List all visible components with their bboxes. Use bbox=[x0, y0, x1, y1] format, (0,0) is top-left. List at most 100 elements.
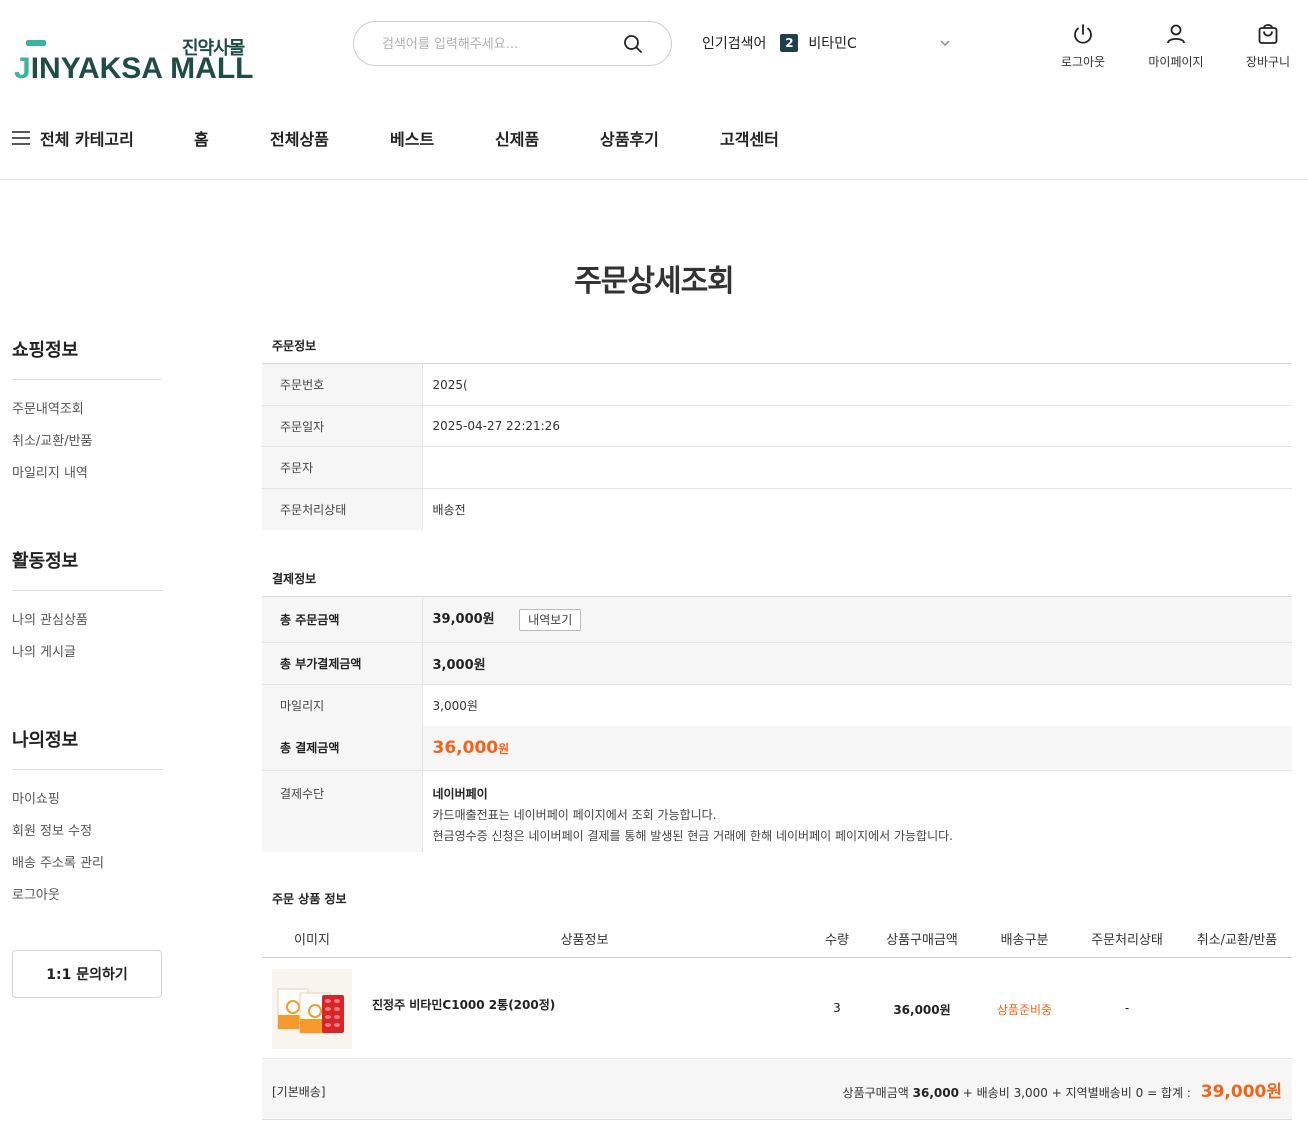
payment-row: 총 주문금액 39,000원 내역보기 bbox=[262, 596, 1292, 643]
shopping-bag-icon bbox=[1258, 24, 1278, 44]
col-price: 상품구매금액 bbox=[886, 933, 958, 948]
ship-type-label: [기본배송] bbox=[272, 1085, 326, 1099]
table-row: 진정주 비타민C1000 2통(200정) 3 36,000원 상품준비중 - bbox=[262, 959, 1292, 1059]
order-number-label: 주문번호 bbox=[262, 363, 423, 406]
product-status: 상품준비중 bbox=[996, 1003, 1053, 1017]
order-info-row: 주문자 bbox=[262, 446, 1292, 489]
order-info-row: 주문일자 2025-04-27 22:21:26 bbox=[262, 405, 1292, 447]
sum-amount: 36,000 bbox=[912, 1086, 959, 1100]
site-logo[interactable]: 진약사몰 JINYAKSA MALL bbox=[14, 34, 266, 90]
product-cancel: - bbox=[1124, 1001, 1130, 1015]
sidebar-item-order-history[interactable]: 주문내역조회 bbox=[12, 394, 162, 426]
pay-method-name: 네이버페이 bbox=[432, 787, 488, 801]
nav-all-category[interactable]: 전체 카테고리 bbox=[40, 126, 134, 150]
order-info-table: 주문번호 2025( 주문일자 2025-04-27 22:21:26 주문자 … bbox=[262, 363, 1292, 530]
logout-label: 로그아웃 bbox=[1060, 55, 1106, 69]
nav-home[interactable]: 홈 bbox=[194, 126, 209, 150]
logo-english-text: JINYAKSA MALL bbox=[14, 52, 254, 85]
total-order-label: 총 주문금액 bbox=[262, 596, 423, 643]
power-icon bbox=[1074, 24, 1092, 44]
order-info-title: 주문정보 bbox=[272, 339, 317, 353]
popular-keywords-label: 인기검색어 bbox=[702, 36, 767, 52]
inquiry-button[interactable]: 1:1 문의하기 bbox=[12, 950, 162, 998]
detail-view-button[interactable]: 내역보기 bbox=[519, 608, 582, 631]
mileage-value: 3,000원 bbox=[432, 698, 478, 713]
sidebar-item-mileage[interactable]: 마일리지 내역 bbox=[12, 458, 162, 490]
orderer-value bbox=[422, 447, 1292, 489]
logo-accent-bar bbox=[26, 40, 46, 46]
product-thumbnail[interactable] bbox=[272, 969, 352, 1049]
nav-customer-center[interactable]: 고객센터 bbox=[720, 126, 779, 150]
sidebar-item-logout[interactable]: 로그아웃 bbox=[12, 880, 162, 912]
payment-row: 결제수단 네이버페이 카드매출전표는 네이버페이 페이지에서 조회 가능합니다.… bbox=[262, 770, 1292, 852]
nav-reviews[interactable]: 상품후기 bbox=[600, 126, 659, 150]
order-date-value: 2025-04-27 22:21:26 bbox=[432, 419, 560, 433]
sidebar-item-edit-profile[interactable]: 회원 정보 수정 bbox=[12, 816, 162, 848]
nav-new[interactable]: 신제품 bbox=[495, 126, 539, 150]
order-info-row: 주문번호 2025( bbox=[262, 363, 1292, 406]
payment-info-table: 총 주문금액 39,000원 내역보기 총 부가결제금액 3,000원 마일리지… bbox=[262, 596, 1292, 852]
search-box bbox=[353, 21, 672, 66]
payment-row: 총 부가결제금액 3,000원 bbox=[262, 642, 1292, 685]
sidebar-item-cancel-exchange[interactable]: 취소/교환/반품 bbox=[12, 426, 162, 458]
total-pay-cell: 36,000원 bbox=[422, 725, 1292, 771]
search-icon[interactable] bbox=[622, 33, 644, 55]
sidebar-item-my-posts[interactable]: 나의 게시글 bbox=[12, 637, 162, 669]
payment-info-title: 결제정보 bbox=[272, 572, 317, 586]
total-pay-label: 총 결제금액 bbox=[262, 725, 423, 771]
mypage-button[interactable]: 마이페이지 bbox=[1131, 22, 1221, 70]
products-table-header: 이미지 상품정보 수량 상품구매금액 배송구분 주문처리상태 취소/교환/반품 bbox=[262, 918, 1292, 958]
product-price: 36,000원 bbox=[893, 1003, 951, 1017]
sidebar-title-shopping: 쇼핑정보 bbox=[12, 336, 162, 380]
sidebar-title-activity: 활동정보 bbox=[12, 547, 162, 591]
sidebar-myinfo: 나의정보 마이쇼핑 회원 정보 수정 배송 주소록 관리 로그아웃 bbox=[12, 726, 162, 912]
popular-rank-badge: 2 bbox=[780, 34, 799, 52]
payment-row: 마일리지 3,000원 bbox=[262, 684, 1292, 726]
cart-label: 장바구니 bbox=[1245, 55, 1291, 69]
sum-middle: + 배송비 3,000 + 지역별배송비 0 = 합계 : bbox=[962, 1086, 1191, 1100]
main-nav: 전체 카테고리 홈 전체상품 베스트 신제품 상품후기 고객센터 bbox=[0, 126, 1308, 150]
products-summary: [기본배송] 상품구매금액 36,000 + 배송비 3,000 + 지역별배송… bbox=[262, 1060, 1292, 1120]
sum-prefix: 상품구매금액 bbox=[842, 1086, 909, 1100]
nav-best[interactable]: 베스트 bbox=[390, 126, 434, 150]
sidebar-title-myinfo: 나의정보 bbox=[12, 726, 162, 770]
col-ship-type: 배송구분 bbox=[1000, 933, 1049, 948]
order-status-label: 주문처리상태 bbox=[262, 488, 423, 530]
payment-row: 총 결제금액 36,000원 bbox=[262, 725, 1292, 771]
search-input[interactable] bbox=[382, 34, 622, 54]
sidebar-shopping: 쇼핑정보 주문내역조회 취소/교환/반품 마일리지 내역 bbox=[12, 336, 162, 490]
orderer-label: 주문자 bbox=[262, 446, 423, 489]
sidebar-item-wishlist[interactable]: 나의 관심상품 bbox=[12, 605, 162, 637]
col-product-info: 상품정보 bbox=[560, 933, 609, 948]
mypage-label: 마이페이지 bbox=[1148, 55, 1204, 69]
logout-button[interactable]: 로그아웃 bbox=[1038, 22, 1128, 70]
cart-button[interactable]: 장바구니 bbox=[1223, 22, 1308, 70]
site-header: 진약사몰 JINYAKSA MALL 인기검색어 2 비타민C 로그아웃 마이페… bbox=[0, 0, 1308, 180]
products-title: 주문 상품 정보 bbox=[272, 892, 347, 906]
col-cancel: 취소/교환/반품 bbox=[1196, 933, 1278, 948]
col-image: 이미지 bbox=[294, 933, 330, 948]
pay-method-cell: 네이버페이 카드매출전표는 네이버페이 페이지에서 조회 가능합니다. 현금영수… bbox=[422, 771, 1292, 852]
menu-icon[interactable] bbox=[12, 131, 30, 145]
page-title: 주문상세조회 bbox=[574, 264, 735, 299]
nav-all-products[interactable]: 전체상품 bbox=[270, 126, 329, 150]
grand-total: 39,000원 bbox=[1200, 1082, 1282, 1102]
chevron-down-icon[interactable] bbox=[938, 36, 952, 50]
mileage-label: 마일리지 bbox=[262, 684, 423, 726]
total-order-value: 39,000원 bbox=[432, 612, 495, 628]
popular-keyword-term[interactable]: 비타민C bbox=[808, 33, 856, 53]
total-extra-value: 3,000원 bbox=[422, 642, 1292, 685]
order-sum: 상품구매금액 36,000 + 배송비 3,000 + 지역별배송비 0 = 합… bbox=[843, 1077, 1282, 1102]
col-status: 주문처리상태 bbox=[1091, 933, 1163, 948]
sidebar-item-myshopping[interactable]: 마이쇼핑 bbox=[12, 784, 162, 816]
order-number-value: 2025( bbox=[432, 377, 468, 392]
product-name[interactable]: 진정주 비타민C1000 2통(200정) bbox=[372, 996, 555, 1013]
sidebar-activity: 활동정보 나의 관심상품 나의 게시글 bbox=[12, 547, 162, 669]
pay-method-note-2: 현금영수증 신청은 네이버페이 결제를 통해 발생된 현금 거래에 한해 네이버… bbox=[432, 829, 954, 843]
sidebar-item-address-book[interactable]: 배송 주소록 관리 bbox=[12, 848, 162, 880]
user-icon bbox=[1167, 24, 1185, 44]
order-info-row: 주문처리상태 배송전 bbox=[262, 488, 1292, 530]
popular-keywords[interactable]: 인기검색어 2 비타민C bbox=[702, 32, 857, 54]
col-quantity: 수량 bbox=[825, 933, 849, 948]
total-order-cell: 39,000원 내역보기 bbox=[422, 596, 1292, 643]
